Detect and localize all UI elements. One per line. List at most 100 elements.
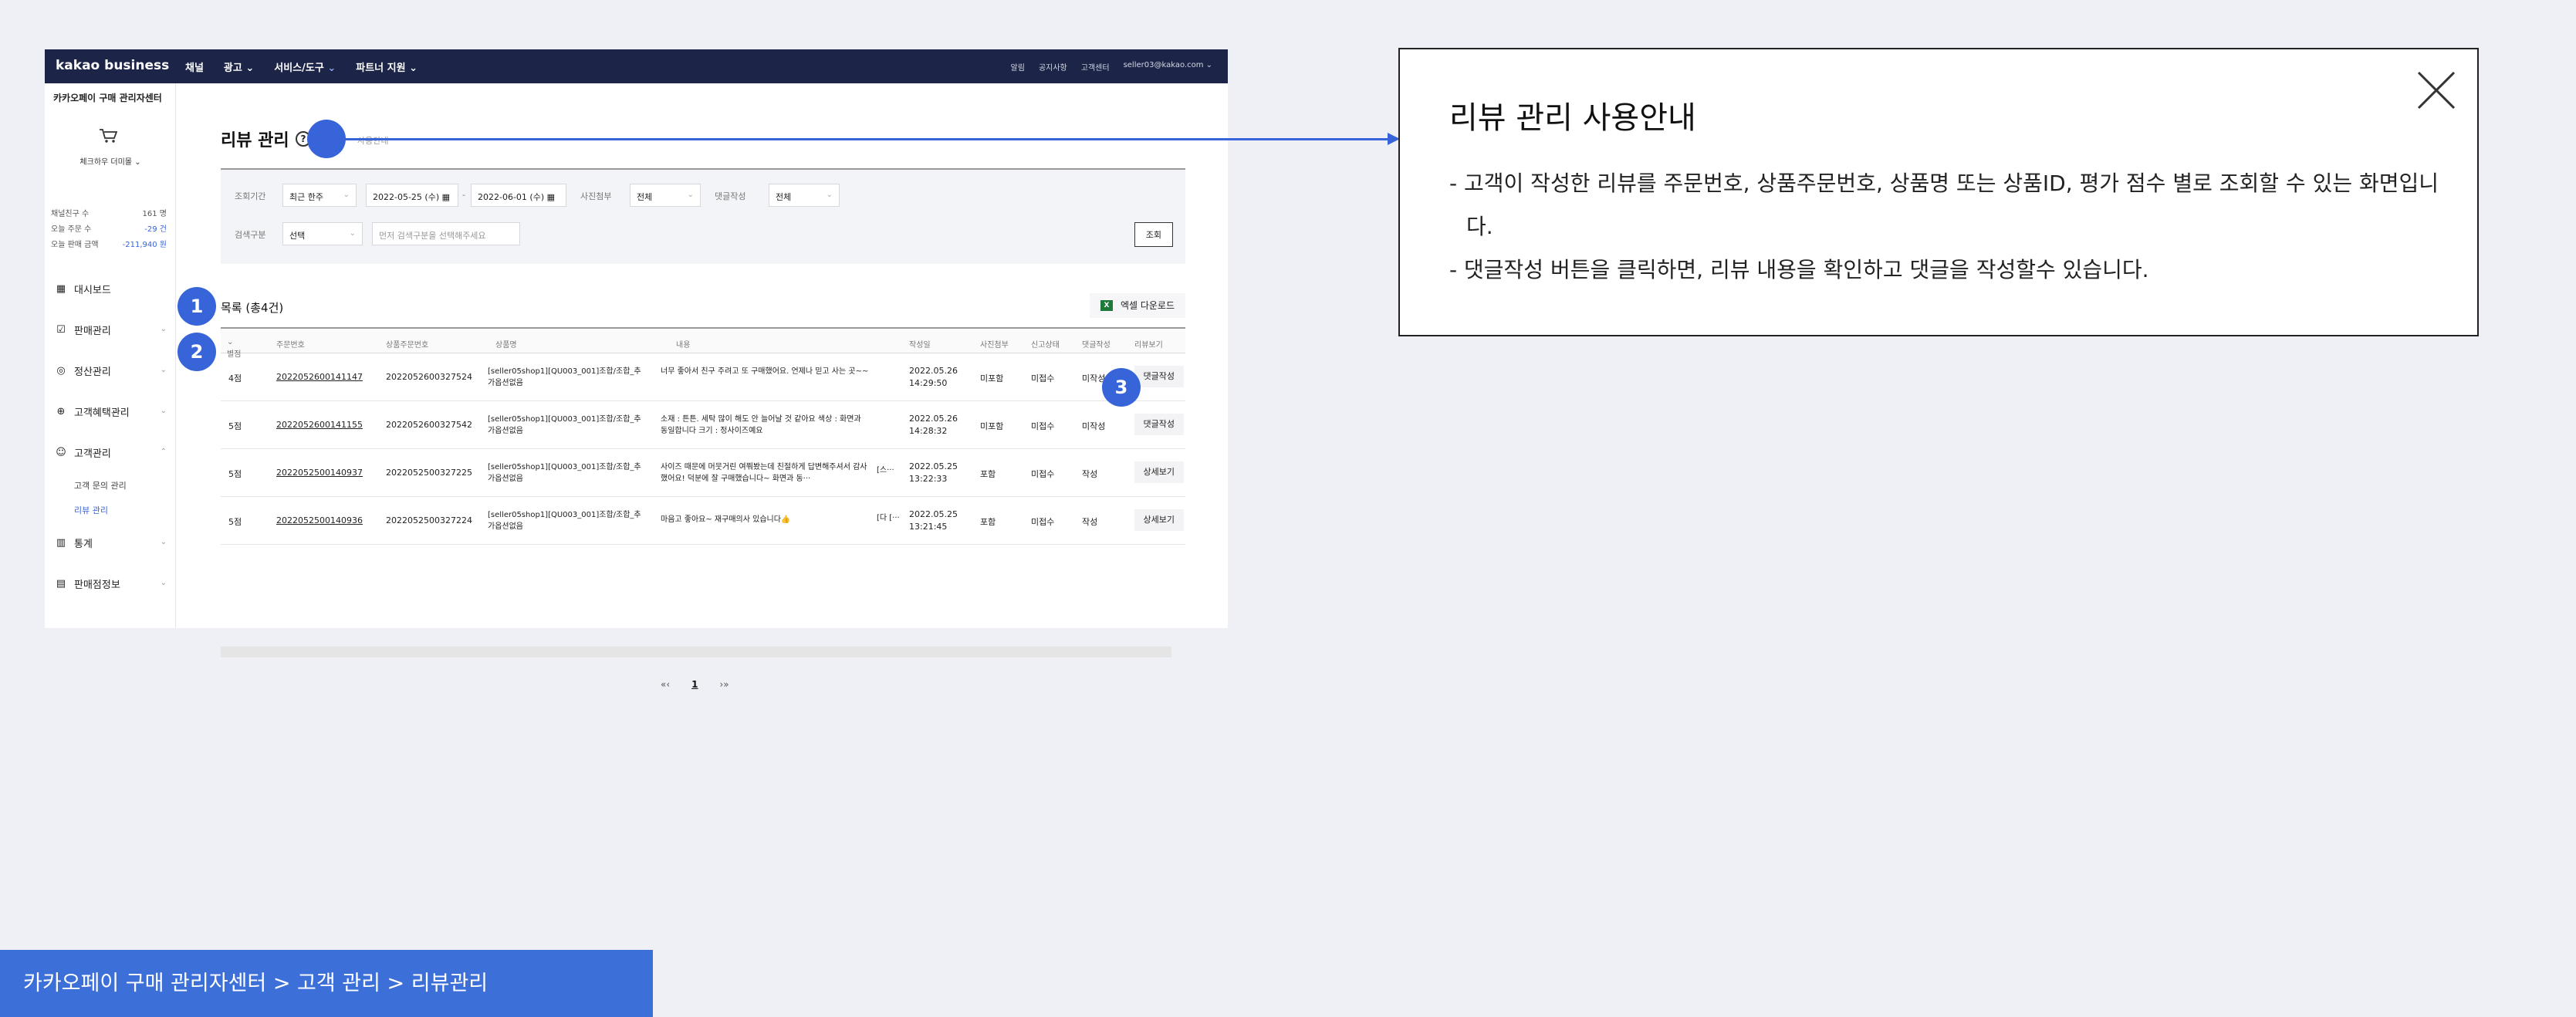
write-reply-button[interactable]: 댓글작성: [1134, 414, 1184, 435]
period-label: 조회기간: [235, 191, 266, 201]
sidebar-menu: ▦ 대시보드 ☑ 판매관리 ⌄ ◎ 정산관리 ⌄ ⊕ 고객혜택관리 ⌄ ☺ 고객관리 ⌃ 고객 문…: [45, 269, 176, 604]
guide-title: 리뷰 관리 사용안내: [1449, 100, 1696, 136]
row-date: 2022.05.25: [909, 461, 958, 471]
search-type-select[interactable]: 선택 ⌄: [282, 222, 363, 245]
date-to-input[interactable]: 2022-06-01 (수) ▦: [471, 184, 566, 207]
row-rating: 5점: [228, 517, 242, 527]
col-report: 신고상태: [1031, 341, 1060, 350]
nav-partner-support[interactable]: 파트너 지원 ⌄: [356, 59, 418, 74]
sidebar-title: 카카오페이 구매 관리자센터: [53, 93, 162, 103]
col-item-order: 상품주문번호: [386, 341, 429, 350]
sidebar-item-customers[interactable]: ☺ 고객관리 ⌃: [45, 432, 176, 473]
brand-logo[interactable]: kakao business: [56, 58, 169, 73]
stat-orders: 오늘 주문 수 -29 건: [51, 225, 167, 234]
pagination-current[interactable]: 1: [691, 679, 698, 690]
sidebar-item-sales[interactable]: ☑ 판매관리 ⌄: [45, 309, 176, 350]
store-selector[interactable]: 체크하우 더미몰 ⌄: [76, 157, 145, 168]
search-button[interactable]: 조회: [1134, 222, 1173, 247]
row-order-link[interactable]: 2022052600141155: [276, 420, 363, 430]
row-item-order: 2022052600327542: [386, 420, 472, 430]
row-rating: 4점: [228, 373, 242, 383]
search-type-label: 검색구분: [235, 230, 266, 240]
view-detail-button[interactable]: 상세보기: [1134, 461, 1184, 483]
dashboard-icon: ▦: [56, 283, 66, 295]
row-product: [seller05shop1][QU003_001]조합/조합_추가옵션없음: [488, 463, 641, 483]
row-time: 13:22:33: [909, 474, 948, 484]
row-photo: 포함: [980, 517, 996, 527]
view-detail-button[interactable]: 상세보기: [1134, 509, 1184, 531]
excel-download-button[interactable]: X 엑셀 다운로드: [1089, 293, 1185, 318]
top-navbar: kakao business 채널 광고 ⌄ 서비스/도구 ⌄ 파트너 지원 ⌄…: [45, 49, 1228, 83]
calendar-icon: ▦: [441, 192, 451, 202]
reply-label: 댓글작성: [715, 191, 746, 201]
nav-channel[interactable]: 채널: [185, 59, 204, 74]
stat-sales: 오늘 판매 금액 -211,940 원: [51, 241, 167, 249]
stat-friends: 채널친구 수 161 명: [51, 210, 167, 218]
col-product: 상품명: [495, 341, 517, 350]
guide-body: - 고객이 작성한 리뷰를 주문번호, 상품주문번호, 상품명 또는 상품ID,…: [1449, 162, 2445, 292]
reply-select[interactable]: 전체 ⌄: [769, 184, 840, 207]
row-time: 14:29:50: [909, 378, 948, 388]
guide-line-2: - 댓글작성 버튼을 클릭하면, 리뷰 내용을 확인하고 댓글을 작성할수 있습…: [1449, 257, 2149, 282]
col-rating[interactable]: 별점 ⌄: [227, 338, 241, 359]
period-select[interactable]: 최근 한주 ⌄: [282, 184, 357, 207]
table-row: 5점 2022052600141155 2022052600327542 [se…: [221, 401, 1185, 449]
chevron-down-icon: ⌄: [160, 366, 167, 374]
sidebar-item-store-info[interactable]: ▤ 판매점정보 ⌄: [45, 563, 176, 604]
account-menu[interactable]: seller03@kakao.com ⌄: [1124, 61, 1212, 73]
horizontal-scrollbar[interactable]: [221, 647, 1171, 657]
col-photo: 사진첨부: [980, 341, 1009, 350]
photo-select[interactable]: 전체 ⌄: [630, 184, 701, 207]
util-notice-alarm[interactable]: 알림: [1011, 61, 1025, 73]
table-row: 4점 2022052600141147 2022052600327524 [se…: [221, 353, 1185, 401]
search-input[interactable]: 먼저 검색구분을 선택해주세요: [372, 222, 520, 245]
list-title: 목록 (총4건): [221, 301, 284, 315]
review-table: 별점 ⌄ 주문번호 상품주문번호 상품명 내용 작성일 사진첨부 신고상태 댓글…: [221, 327, 1185, 690]
util-nav: 알림 공지사항 고객센터 seller03@kakao.com ⌄: [1011, 61, 1212, 73]
row-item-order: 2022052600327524: [386, 372, 472, 382]
store-stats: 채널친구 수 161 명 오늘 주문 수 -29 건 오늘 판매 금액 -211,94…: [51, 207, 167, 253]
date-from-input[interactable]: 2022-05-25 (수) ▦: [366, 184, 458, 207]
close-icon[interactable]: [2415, 69, 2457, 111]
guide-arrow-line: [324, 138, 1389, 140]
sidebar-item-settlement[interactable]: ◎ 정산관리 ⌄: [45, 350, 176, 391]
row-content: 너무 좋아서 친구 주려고 또 구매했어요. 언제나 믿고 사는 곳~~: [661, 367, 869, 376]
row-order-link[interactable]: 2022052600141147: [276, 372, 363, 382]
row-date: 2022.05.25: [909, 509, 958, 519]
filter-row-1: 조회기간 최근 한주 ⌄ 2022-05-25 (수) ▦ - 2022-06-0…: [221, 181, 1185, 208]
sidebar-sub-reviews[interactable]: 리뷰 관리: [45, 498, 176, 522]
util-help-center[interactable]: 고객센터: [1081, 61, 1110, 73]
row-photo: 미포함: [980, 373, 1004, 383]
page-title: 리뷰 관리: [221, 131, 289, 150]
chart-icon: ▥: [56, 537, 66, 549]
util-announcements[interactable]: 공지사항: [1039, 61, 1067, 73]
coins-icon: ◎: [56, 365, 66, 377]
pagination-prev[interactable]: «‹: [661, 679, 670, 690]
nav-service-tools[interactable]: 서비스/도구 ⌄: [274, 59, 336, 74]
sidebar-sub-inquiries[interactable]: 고객 문의 관리: [45, 473, 176, 498]
guide-link[interactable]: 사용안내: [357, 134, 388, 147]
excel-icon: X: [1100, 300, 1113, 311]
row-content-extra: [스···: [877, 466, 894, 475]
table-header: 별점 ⌄ 주문번호 상품주문번호 상품명 내용 작성일 사진첨부 신고상태 댓글…: [221, 327, 1185, 359]
callout-2: 2: [177, 333, 216, 371]
store-icon: ▤: [56, 578, 66, 590]
row-report: 미접수: [1031, 517, 1055, 527]
row-report: 미접수: [1031, 373, 1055, 383]
clipboard-icon: ☑: [56, 324, 66, 336]
nav-ads[interactable]: 광고 ⌄: [224, 59, 254, 74]
sidebar-item-benefits[interactable]: ⊕ 고객혜택관리 ⌄: [45, 391, 176, 432]
sidebar-item-dashboard[interactable]: ▦ 대시보드: [45, 269, 176, 309]
write-reply-button[interactable]: 댓글작성: [1134, 366, 1184, 387]
user-icon: ☺: [56, 447, 66, 458]
row-content: 사이즈 때문에 머뭇거린 여쭤봤는데 친절하게 답변해주셔서 감사했어요! 덕분…: [661, 463, 867, 483]
row-order-link[interactable]: 2022052500140936: [276, 515, 363, 525]
row-photo: 미포함: [980, 421, 1004, 431]
pagination-next[interactable]: ›»: [720, 679, 729, 690]
row-order-link[interactable]: 2022052500140937: [276, 468, 363, 478]
row-content: 마음고 좋아요~ 재구매의사 있습니다👍: [661, 515, 791, 524]
filter-row-2: 검색구분 선택 ⌄ 먼저 검색구분을 선택해주세요 조회: [221, 219, 1185, 247]
sidebar-item-stats[interactable]: ▥ 통계 ⌄: [45, 522, 176, 563]
chevron-down-icon: ⌄: [160, 407, 167, 415]
row-rating: 5점: [228, 469, 242, 479]
